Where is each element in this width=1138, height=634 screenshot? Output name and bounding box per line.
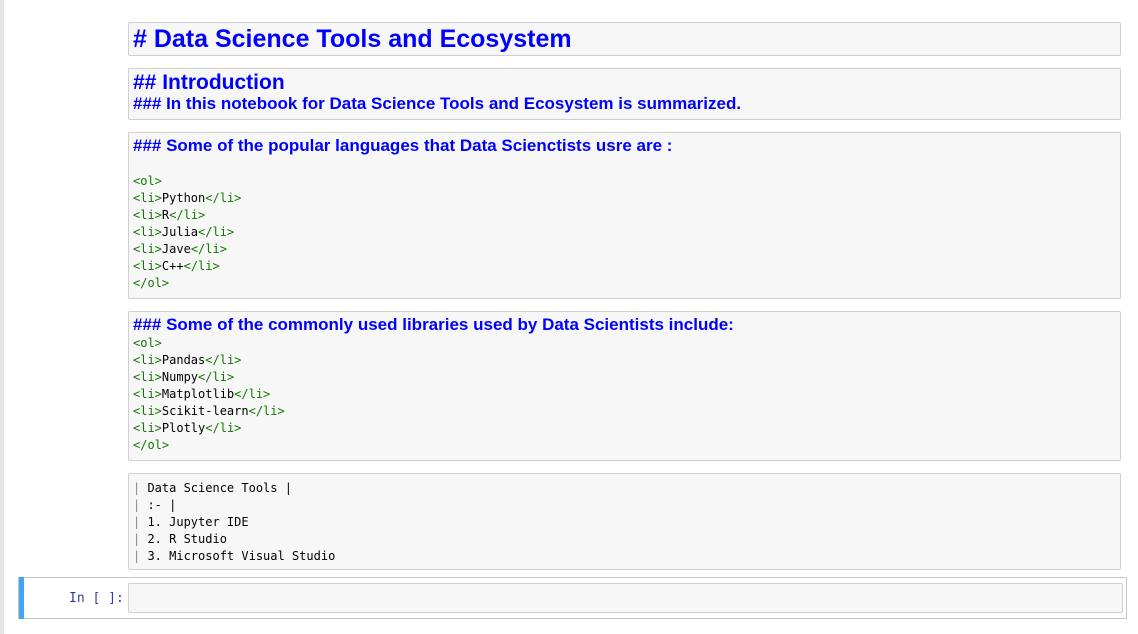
library-item: <li>Matplotlib</li> [133, 387, 271, 401]
library-item: <li>Scikit-learn</li> [133, 404, 285, 418]
code-input-area[interactable] [128, 583, 1123, 613]
table-line: | 1. Jupyter IDE [133, 515, 249, 529]
language-item: <li>C++</li> [133, 259, 220, 273]
ol-close-line: </ol> [133, 276, 170, 290]
markdown-cell-languages[interactable]: ### Some of the popular languages that D… [128, 132, 1121, 299]
markdown-cell-title[interactable]: # Data Science Tools and Ecosystem [128, 22, 1121, 56]
languages-heading: ### Some of the popular languages that D… [133, 136, 673, 155]
introduction-subheading: ### In this notebook for Data Science To… [133, 94, 742, 113]
markdown-cell-introduction[interactable]: ## Introduction ### In this notebook for… [128, 68, 1121, 120]
table-line: | Data Science Tools | [133, 481, 292, 495]
ol-open-line: <ol> [133, 336, 162, 350]
ol-close-line: </ol> [133, 438, 170, 452]
introduction-heading: ## Introduction [133, 71, 285, 94]
library-item: <li>Pandas</li> [133, 353, 242, 367]
language-item: <li>Julia</li> [133, 225, 235, 239]
library-item: <li>Numpy</li> [133, 370, 235, 384]
table-line: | 2. R Studio [133, 532, 227, 546]
selected-code-cell[interactable]: In [ ]: [18, 577, 1127, 619]
left-gutter [0, 0, 4, 634]
library-item: <li>Plotly</li> [133, 421, 242, 435]
language-item: <li>R</li> [133, 208, 206, 222]
table-line: | 3. Microsoft Visual Studio [133, 549, 336, 563]
ol-open-line: <ol> [133, 174, 162, 188]
markdown-cell-libraries[interactable]: ### Some of the commonly used libraries … [128, 311, 1121, 461]
input-prompt: In [ ]: [69, 591, 124, 606]
language-item: <li>Jave</li> [133, 242, 227, 256]
language-item: <li>Python</li> [133, 191, 242, 205]
selection-indicator [19, 577, 24, 619]
markdown-cell-tools-table[interactable]: | Data Science Tools | | :- | | 1. Jupyt… [128, 473, 1121, 570]
libraries-heading: ### Some of the commonly used libraries … [133, 315, 734, 334]
notebook-title: # Data Science Tools and Ecosystem [133, 25, 572, 53]
table-line: | :- | [133, 498, 177, 512]
